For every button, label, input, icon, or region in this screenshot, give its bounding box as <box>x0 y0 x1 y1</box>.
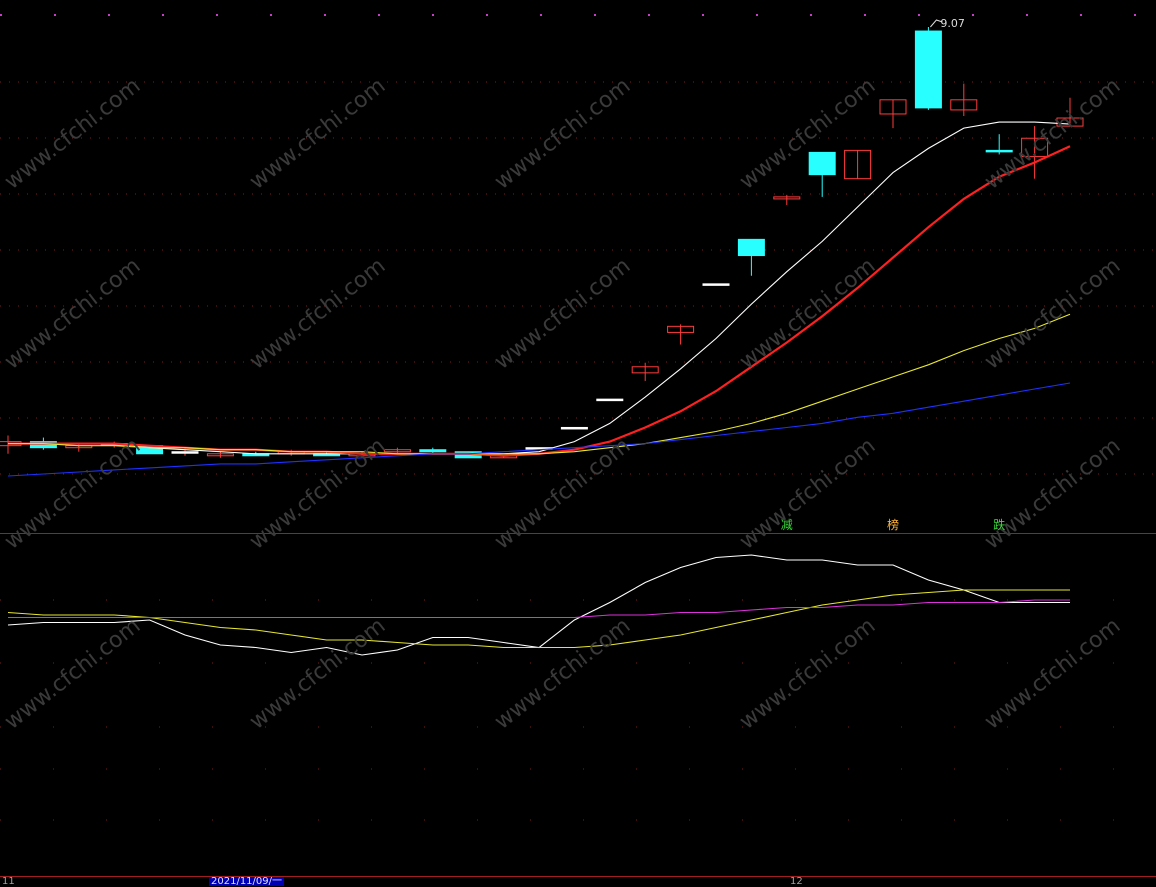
ma-line <box>8 313 1071 455</box>
candle-body <box>737 238 765 257</box>
candlesticks <box>0 19 1084 459</box>
date-cursor-label: 2021/11/09/一 <box>209 876 285 887</box>
signal-marker: 减 <box>780 518 793 532</box>
indicator-line <box>7 554 1070 656</box>
stock-chart <box>0 14 1156 877</box>
axis-month-label: 12 <box>790 876 803 887</box>
signal-marker: 跌 <box>993 518 1006 532</box>
candle-body <box>596 398 624 402</box>
candle-body <box>914 30 942 109</box>
candle-body <box>702 283 730 286</box>
axis-month-label-left: 11 <box>2 876 15 887</box>
candle-body <box>171 451 199 454</box>
candle-body <box>985 149 1013 153</box>
indicator-line <box>7 589 1070 649</box>
grid-lines <box>0 14 1156 877</box>
ma-line <box>8 121 1071 455</box>
moving-average-lines <box>7 121 1071 477</box>
indicator-line <box>8 599 1070 619</box>
ma-line <box>8 145 1071 457</box>
signal-marker: 榜 <box>887 518 900 532</box>
candle-body <box>808 151 836 176</box>
candle-body <box>419 449 447 453</box>
high-price-label: 9.07 <box>940 17 965 30</box>
candle-body <box>560 426 588 430</box>
ma-line <box>7 382 1071 477</box>
indicator-lines <box>7 554 1070 656</box>
